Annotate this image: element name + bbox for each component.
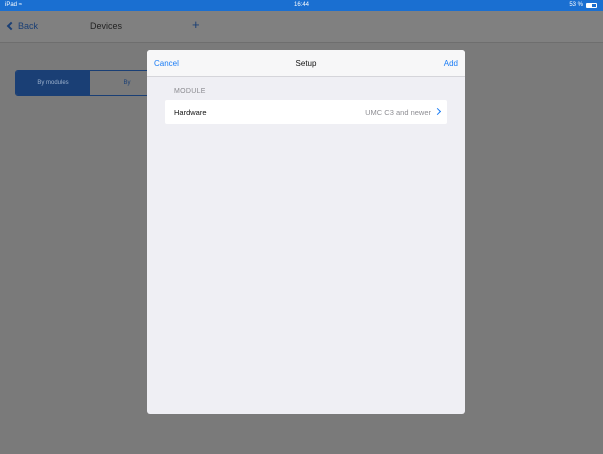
segmented-control: By modules By [15,70,165,96]
hardware-label: Hardware [174,108,207,117]
battery-fill [587,4,592,7]
hardware-cell[interactable]: Hardware UMC C3 and newer [165,100,447,124]
battery-icon [586,3,597,8]
modal-header: Cancel Setup Add [147,50,465,77]
status-time: 16:44 [293,2,309,8]
back-button[interactable]: Back [6,21,39,31]
section-header-module: MODULE [174,88,206,95]
navigation-bar: Back Devices + [0,11,603,43]
modal-title: Setup [295,59,317,68]
setup-modal: Cancel Setup Add MODULE Hardware UMC C3 … [147,50,465,414]
segment-by-modules[interactable]: By modules [16,71,90,95]
add-device-button[interactable]: + [192,17,200,32]
hardware-value: UMC C3 and newer [365,108,431,117]
status-right: 53 % [569,0,597,11]
battery-percent: 53 % [569,2,583,8]
back-label: Back [18,21,39,31]
status-bar: iPad ≈ 16:44 53 % [0,0,603,11]
chevron-left-icon [6,21,16,31]
add-button[interactable]: Add [444,59,458,68]
chevron-right-icon [433,107,442,116]
nav-title: Devices [90,21,123,31]
